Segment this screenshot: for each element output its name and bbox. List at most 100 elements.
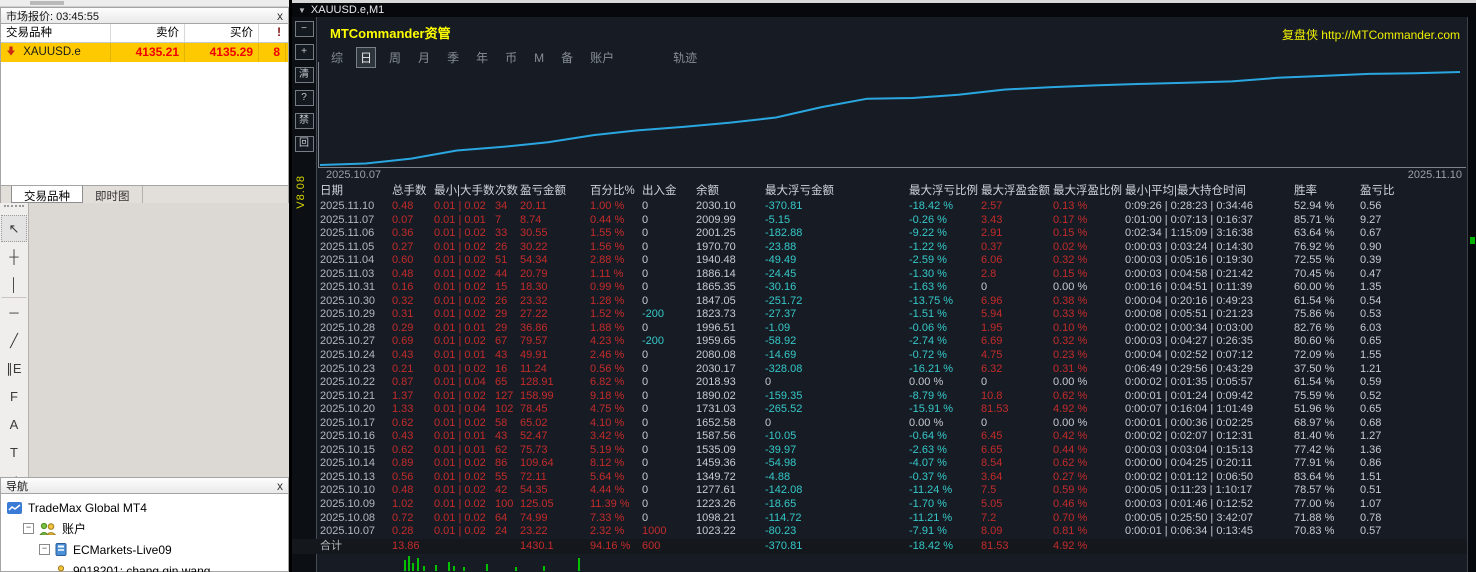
move-button[interactable]: + — [294, 44, 314, 60]
trendline-tool[interactable]: ╱ — [1, 327, 27, 354]
stats-row: 2025.10.08 0.72 0.01 | 0.02 64 74.99 7.33 % 0 1… — [320, 511, 1382, 524]
close-icon[interactable]: x — [277, 480, 283, 492]
disable-button[interactable]: 禁 — [294, 113, 314, 129]
stats-column-header: 最大浮亏比例 — [909, 185, 978, 197]
crosshair-tool[interactable]: ┼ — [1, 243, 27, 270]
stats-row: 2025.11.05 0.27 0.01 | 0.02 26 30.22 1.56 % 0 1… — [320, 240, 1382, 253]
stats-column-header: 最小|平均|最大持仓时间 — [1125, 185, 1246, 197]
stats-row: 2025.11.04 0.60 0.01 | 0.02 51 54.34 2.88 % 0 1… — [320, 254, 1382, 267]
collapse-box-icon[interactable]: − — [39, 544, 50, 555]
market-watch-window: 市场报价: 03:45:55 x 交易品种 卖价 买价 ! XAUUSD.e 4… — [0, 7, 289, 205]
help-button[interactable]: ? — [294, 90, 314, 106]
tick-bar — [412, 563, 414, 571]
chart-title: XAUUSD.e,M1 — [310, 4, 385, 16]
bottom-ticks — [292, 555, 1467, 572]
drawing-toolbar-items: ↖┼│─╱∥EFAT⇄ — [0, 215, 28, 494]
equity-curve — [318, 62, 1466, 168]
tick-bar — [408, 556, 410, 571]
column-ask[interactable]: 买价 — [185, 24, 259, 42]
column-spread[interactable]: ! — [259, 24, 286, 42]
stats-column-header: 最大浮盈金额 — [981, 185, 1050, 197]
column-symbol[interactable]: 交易品种 — [1, 24, 111, 42]
navigator-titlebar: 导航 x — [0, 477, 289, 494]
left-pane: 市场报价: 03:45:55 x 交易品种 卖价 买价 ! XAUUSD.e 4… — [0, 0, 289, 572]
tab-tick-chart[interactable]: 即时图 — [83, 186, 143, 203]
chart-titlebar[interactable]: ▼ XAUUSD.e,M1 — [292, 3, 1476, 17]
symbol-row[interactable]: XAUUSD.e 4135.21 4135.29 8 — [1, 43, 288, 62]
stats-row: 2025.10.10 0.48 0.01 | 0.02 42 54.35 4.44 % 0 1… — [320, 484, 1382, 497]
cursor-tool[interactable]: ↖ — [1, 215, 27, 242]
stats-column-header: 盈亏金额 — [520, 185, 566, 197]
column-bid[interactable]: 卖价 — [111, 24, 185, 42]
version-label: V8.08 — [295, 175, 307, 209]
stats-column-header: 百分比% — [590, 185, 635, 197]
market-watch-header: 交易品种 卖价 买价 ! — [1, 24, 288, 43]
toolbar-grip-handle[interactable] — [4, 205, 24, 213]
bid-price: 4135.21 — [111, 43, 185, 62]
top-toolbar-fragment — [0, 0, 289, 7]
nav-item-label: ECMarkets-Live09 — [73, 542, 172, 557]
stats-column-header: 出入金 — [642, 185, 677, 197]
stats-rows: 2025.11.10 0.48 0.01 | 0.02 34 20.11 1.00 % 0 2… — [318, 200, 1467, 539]
spread-value: 8 — [259, 43, 286, 62]
nav-item[interactable]: − 账户 — [1, 518, 288, 539]
stats-row: 2025.10.22 0.87 0.01 | 0.04 65 128.91 6.82 % 0… — [320, 376, 1382, 389]
nav-item[interactable]: 9018201: chang qin wang — [1, 560, 288, 572]
stats-row: 2025.10.15 0.62 0.01 | 0.01 62 75.73 5.19 % 0 1… — [320, 443, 1382, 456]
collapse-box-icon[interactable]: − — [23, 523, 34, 534]
vertical-line-tool[interactable]: │ — [1, 271, 27, 298]
text-label-tool[interactable]: T — [1, 439, 27, 466]
window-button[interactable]: 回 — [294, 136, 314, 152]
minimize-button[interactable]: − — [294, 21, 314, 37]
stats-column-header: 最大浮亏金额 — [765, 185, 834, 197]
text-tool[interactable]: A — [1, 411, 27, 438]
tick-bar — [423, 566, 425, 571]
tick-bar — [417, 558, 419, 571]
price-scale-strip[interactable] — [1467, 17, 1476, 572]
stats-column-header: 余额 — [696, 185, 719, 197]
equidistant-channel-tool[interactable]: ∥E — [1, 355, 27, 382]
stats-column-header: 日期 — [320, 185, 343, 197]
chart-window: ▼ XAUUSD.e,M1 − + 清? 禁回 V8.08 MTCommander资管 … — [292, 0, 1476, 572]
clear-button[interactable]: 清 — [294, 67, 314, 83]
stats-row: 2025.10.28 0.29 0.01 | 0.01 29 36.86 1.88 % 0 1… — [320, 321, 1382, 334]
nav-item[interactable]: TradeMax Global MT4 — [1, 497, 288, 518]
stats-column-header: 次数 — [495, 185, 518, 197]
stats-column-header: 最大浮盈比例 — [1053, 185, 1122, 197]
trade-marker-icon — [1470, 237, 1475, 244]
stats-column-header: 总手数 — [392, 185, 427, 197]
accounts-icon — [39, 522, 56, 535]
side-buttons: − + 清? 禁回 — [292, 21, 316, 152]
navigator-window: 导航 x TradeMax Global MT4 − 账户 − ECMarkets-Li… — [0, 477, 289, 572]
nav-item[interactable]: − ECMarkets-Live09 — [1, 539, 288, 560]
horizontal-line-tool[interactable]: ─ — [1, 299, 27, 326]
tick-bar — [578, 558, 580, 571]
tick-bar — [448, 562, 450, 571]
stats-column-header: 盈亏比 — [1360, 185, 1395, 197]
stats-row: 2025.10.29 0.31 0.01 | 0.02 29 27.22 1.52 % -2… — [320, 308, 1382, 321]
ask-price: 4135.29 — [185, 43, 259, 62]
tick-bar — [543, 566, 545, 571]
price-down-arrow-icon — [6, 44, 16, 62]
stats-row: 2025.11.03 0.48 0.01 | 0.02 44 20.79 1.11 % 0 1… — [320, 267, 1382, 280]
stats-row: 2025.10.14 0.89 0.01 | 0.02 86 109.64 8.12 % 0… — [320, 457, 1382, 470]
tools-area: ↖┼│─╱∥EFAT⇄ — [0, 203, 289, 488]
fibonacci-tool[interactable]: F — [1, 383, 27, 410]
symbol-name: XAUUSD.e — [23, 46, 81, 58]
ea-panel-title: MTCommander资管 — [330, 26, 451, 41]
nav-item-label: TradeMax Global MT4 — [28, 500, 147, 515]
chart-body: − + 清? 禁回 V8.08 MTCommander资管 复盘侠 http://MT… — [292, 17, 1476, 572]
market-watch-empty-area — [1, 62, 288, 185]
stats-total-row: 合计 13.86 1430.1 94.16 % 600 -370.81 -18.42 % 81… — [292, 538, 1467, 554]
stats-row: 2025.10.21 1.37 0.01 | 0.02 127 158.99 9.18 %… — [320, 389, 1382, 402]
watermark-link[interactable]: 复盘侠 http://MTCommander.com — [1282, 26, 1460, 43]
user-icon — [55, 564, 67, 572]
stats-row: 2025.10.30 0.32 0.01 | 0.02 26 23.32 1.28 % 0 1… — [320, 294, 1382, 307]
chart-end-date: 2025.11.10 — [1407, 169, 1462, 181]
tick-bar — [463, 567, 465, 571]
stats-row: 2025.10.16 0.43 0.01 | 0.01 43 52.47 3.42 % 0 1… — [320, 430, 1382, 443]
tab-symbols[interactable]: 交易品种 — [11, 186, 83, 203]
stats-row: 2025.10.31 0.16 0.01 | 0.02 15 18.30 0.99 % 0 1… — [320, 281, 1382, 294]
tick-bar — [515, 567, 517, 571]
close-icon[interactable]: x — [277, 10, 283, 22]
